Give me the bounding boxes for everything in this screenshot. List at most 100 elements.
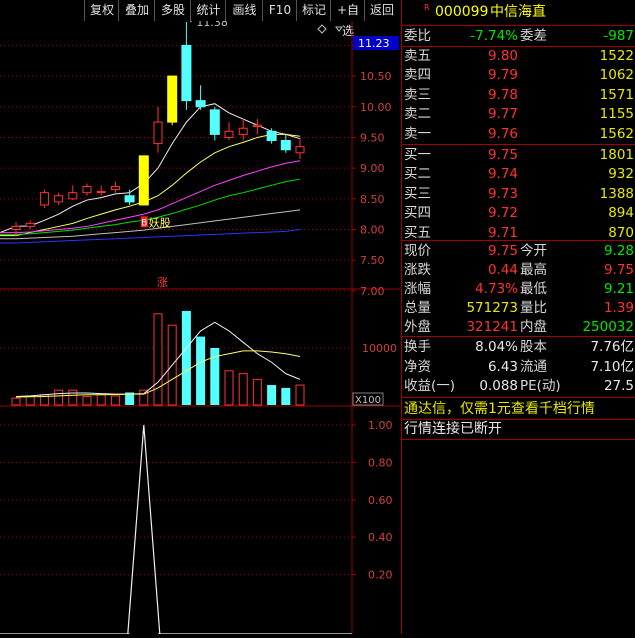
divider <box>402 439 635 440</box>
ask-level-row[interactable]: 卖三 9.78 1571 <box>402 86 635 104</box>
duogu-button[interactable]: 多股 <box>154 0 191 21</box>
volume-bar[interactable] <box>82 395 92 406</box>
add-watchlist-button[interactable]: +自选 <box>330 0 365 38</box>
tongji-button[interactable]: 统计 <box>190 0 226 21</box>
volume-bar[interactable] <box>68 389 78 406</box>
volume-bar[interactable] <box>267 385 277 405</box>
candle-body[interactable] <box>82 186 92 194</box>
volume-bar[interactable] <box>153 313 163 406</box>
high-marker-label: 11.38 <box>196 21 228 29</box>
price-tick-label: 8.00 <box>360 224 385 237</box>
level-label: 买五 <box>404 224 431 241</box>
candle-body[interactable] <box>110 186 120 191</box>
volume-bar[interactable] <box>11 397 21 406</box>
f10-button[interactable]: F10 <box>262 0 297 21</box>
price-tick-label: 10.00 <box>360 101 392 114</box>
bid-level-row[interactable]: 买一 9.75 1801 <box>402 146 635 164</box>
candle-body[interactable] <box>96 190 106 193</box>
candle-body[interactable] <box>25 222 35 227</box>
bid-level-row[interactable]: 买二 9.74 932 <box>402 165 635 183</box>
volume-bar[interactable] <box>224 370 234 406</box>
biaoji-button[interactable]: 标记 <box>296 0 331 21</box>
level-label: 买二 <box>404 166 431 183</box>
volume-bar[interactable] <box>281 387 291 405</box>
volume-bar[interactable] <box>96 394 106 406</box>
price-tick-label: 8.50 <box>360 193 385 206</box>
candle-body[interactable] <box>11 225 21 231</box>
candle-body[interactable] <box>224 130 234 138</box>
ask-level-row[interactable]: 卖一 9.76 1562 <box>402 125 635 143</box>
candle-body[interactable] <box>280 140 291 151</box>
promo-link[interactable]: 通达信，仅需1元查看千档行情 <box>402 400 635 418</box>
indicator-tick-label: 0.20 <box>368 569 393 582</box>
ask-level-row[interactable]: 卖二 9.77 1155 <box>402 105 635 123</box>
promo-text[interactable]: 通达信，仅需1元查看千档行情 <box>404 400 595 418</box>
candle-body[interactable] <box>153 121 163 145</box>
indicator-line <box>0 424 352 635</box>
chart-toolbar: 复权 叠加 多股 统计 画线 F10 标记 +自选 返回 <box>0 0 400 38</box>
candle-body[interactable] <box>238 127 248 135</box>
indicator-tick-label: 1.00 <box>368 419 393 432</box>
volume-bar[interactable] <box>25 395 35 406</box>
diamond-icon[interactable] <box>317 24 327 34</box>
r-badge: R <box>424 3 430 12</box>
stat-value: 9.75 <box>487 243 518 259</box>
stat-label: 内盘 <box>520 319 547 335</box>
level-volume: 1562 <box>599 125 634 142</box>
candle-body[interactable] <box>39 192 49 206</box>
candle-body[interactable] <box>295 146 305 154</box>
candle-body[interactable] <box>124 195 135 203</box>
fund-label: 流通 <box>520 358 547 375</box>
volume-bar[interactable] <box>181 310 191 405</box>
fund-label: 换手 <box>404 339 431 355</box>
triangle-down-icon[interactable] <box>335 26 343 32</box>
stat-row: 现价 9.75 今开 9.28 <box>402 242 635 260</box>
candle-body[interactable] <box>167 75 178 123</box>
fundamental-row: 收益(一) 0.088 PE(动) 27.5 <box>402 377 635 395</box>
volume-bar[interactable] <box>110 395 120 406</box>
bid-level-row[interactable]: 买三 9.73 1388 <box>402 185 635 203</box>
level-price: 9.76 <box>487 125 518 142</box>
back-button[interactable]: 返回 <box>364 0 399 21</box>
candle-body[interactable] <box>195 100 206 108</box>
level-label: 卖二 <box>404 106 431 123</box>
fund-label: 收益(一) <box>404 378 456 394</box>
kline-chart-svg[interactable]: 11.0010.5010.009.509.008.508.007.507.001… <box>0 16 400 635</box>
volume-bar[interactable] <box>252 378 262 406</box>
candle-body[interactable] <box>252 124 262 127</box>
volume-bar[interactable] <box>295 384 305 406</box>
candle-body[interactable] <box>209 109 220 135</box>
quote-panel: R 000099 中信海直 委比 -7.74% 委差 -987 卖五 9.80 15… <box>401 0 635 634</box>
connection-status: 行情连接已断开 <box>402 420 635 438</box>
fuquan-button[interactable]: 复权 <box>84 0 119 21</box>
candle-body[interactable] <box>266 130 277 142</box>
ask-level-row[interactable]: 卖五 9.80 1522 <box>402 47 635 65</box>
bid-level-row[interactable]: 买五 9.71 870 <box>402 224 635 242</box>
kline-chart-area[interactable]: 11.0010.5010.009.509.008.508.007.507.001… <box>0 16 400 635</box>
huaxian-button[interactable]: 画线 <box>225 0 263 21</box>
level-price: 9.72 <box>487 205 518 222</box>
stat-value: 571273 <box>466 300 518 316</box>
candle-body[interactable] <box>68 192 78 200</box>
volume-bar[interactable] <box>196 336 206 405</box>
stat-label: 量比 <box>520 300 547 316</box>
weibi-value: -7.74% <box>470 28 518 44</box>
annotation-label: 妖股 <box>149 215 171 229</box>
level-label: 卖四 <box>404 67 431 84</box>
fund-value: 6.43 <box>487 358 518 375</box>
candle-body[interactable] <box>138 155 149 206</box>
candle-body[interactable] <box>181 44 192 102</box>
stat-label: 涨幅 <box>404 281 431 297</box>
volume-bar[interactable] <box>54 389 64 406</box>
level-volume: 1388 <box>599 185 634 202</box>
volume-bar[interactable] <box>238 373 248 406</box>
bid-level-row[interactable]: 买四 9.72 894 <box>402 204 635 222</box>
stat-label: 今开 <box>520 243 547 259</box>
stat-value: 250032 <box>582 319 634 335</box>
candle-body[interactable] <box>54 195 64 203</box>
diejia-button[interactable]: 叠加 <box>118 0 155 21</box>
price-tick-label: 9.00 <box>360 162 385 175</box>
stat-value: 9.21 <box>603 281 634 297</box>
price-tick-label: 7.50 <box>360 254 385 267</box>
ask-level-row[interactable]: 卖四 9.79 1062 <box>402 66 635 84</box>
